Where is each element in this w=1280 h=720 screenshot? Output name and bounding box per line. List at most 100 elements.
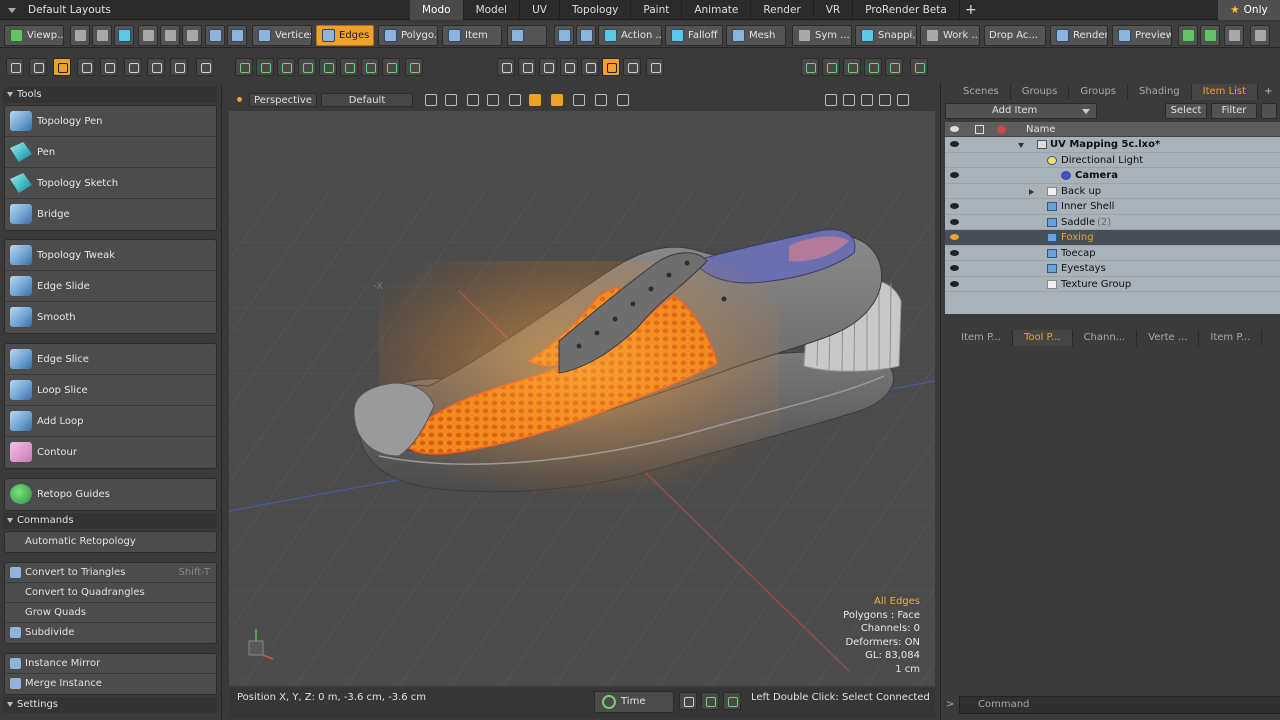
name-column-header[interactable]: Name: [1026, 122, 1056, 137]
command-input[interactable]: > Command: [946, 696, 1280, 714]
tab-modo[interactable]: Modo: [410, 0, 464, 20]
swap-button[interactable]: [1178, 25, 1198, 46]
list-item-light[interactable]: Directional Light: [945, 153, 1280, 168]
list-tool-icon[interactable]: [801, 58, 819, 76]
select-tool-icon[interactable]: [6, 58, 24, 76]
filter-button[interactable]: Filter: [1211, 103, 1257, 119]
tab-channels[interactable]: Chann...: [1073, 330, 1138, 346]
3d-viewport[interactable]: -X All Edges Polygons: Face Channels: 0…: [229, 111, 935, 686]
command-grow-quads[interactable]: Grow Quads: [5, 603, 216, 623]
commands-header[interactable]: Commands: [3, 513, 217, 529]
overlay-icon[interactable]: [487, 94, 499, 106]
tab-item-properties-2[interactable]: Item P...: [1199, 330, 1263, 346]
tab-topology[interactable]: Topology: [560, 0, 632, 20]
view-tool-1-icon[interactable]: [497, 58, 515, 76]
poly-select-button[interactable]: [227, 25, 247, 46]
layout-toggle-button[interactable]: [70, 25, 90, 46]
zoom-icon[interactable]: [861, 94, 873, 106]
brush-tool-icon[interactable]: [77, 58, 95, 76]
tab-paint[interactable]: Paint: [631, 0, 683, 20]
tab-animate[interactable]: Animate: [682, 0, 752, 20]
tab-item-list[interactable]: Item List: [1191, 84, 1259, 100]
edges-button[interactable]: Edges: [316, 25, 374, 46]
symmetry-button[interactable]: [554, 25, 574, 46]
view-tool-3-icon[interactable]: [539, 58, 557, 76]
tool-edge-slice[interactable]: Edge Slice: [5, 344, 216, 375]
add-panel-tool-icon[interactable]: [910, 58, 928, 76]
figure-icon[interactable]: [551, 94, 563, 106]
vertices-button[interactable]: Vertices: [252, 25, 312, 46]
list-item-toecap[interactable]: Toecap: [945, 246, 1280, 261]
tab-groups[interactable]: Groups: [1011, 84, 1070, 100]
tab-model[interactable]: Model: [464, 0, 521, 20]
move-tool-icon[interactable]: [29, 58, 47, 76]
grid-tool-icon[interactable]: [843, 58, 861, 76]
view-tool-5-icon[interactable]: [581, 58, 599, 76]
tab-tool-properties[interactable]: Tool P...: [1012, 330, 1073, 346]
green-tool-2-icon[interactable]: [256, 58, 274, 76]
tools-header[interactable]: Tools: [3, 87, 217, 103]
frame-icon[interactable]: [509, 94, 521, 106]
tool-loop-slice[interactable]: Loop Slice: [5, 375, 216, 406]
image-tool-icon[interactable]: [864, 58, 882, 76]
visibility-eye-icon[interactable]: [950, 203, 959, 209]
green-tool-8-icon[interactable]: [382, 58, 400, 76]
command-subdivide[interactable]: Subdivide: [5, 623, 216, 643]
command-automatic-retopology[interactable]: Automatic Retopology: [5, 532, 216, 552]
mesh-select-button[interactable]: [205, 25, 225, 46]
list-item-scene[interactable]: UV Mapping 5c.lxo*: [945, 137, 1280, 153]
grid-icon[interactable]: [445, 94, 457, 106]
list-item-foxing[interactable]: Foxing: [945, 230, 1280, 246]
tab-render[interactable]: Render: [751, 0, 814, 20]
symmetry-menu-button[interactable]: Sym ...: [792, 25, 852, 46]
lasso-button[interactable]: [160, 25, 180, 46]
list-item-eyestays[interactable]: Eyestays: [945, 261, 1280, 277]
list-item-saddle[interactable]: Saddle (2): [945, 215, 1280, 230]
visibility-eye-icon[interactable]: [950, 172, 959, 178]
add-view-tool-icon[interactable]: [646, 58, 664, 76]
command-instance-mirror[interactable]: Instance Mirror: [5, 654, 216, 674]
weight-tool-icon[interactable]: [147, 58, 165, 76]
settings-header[interactable]: Settings: [3, 697, 217, 713]
command-convert-triangles[interactable]: Convert to Triangles Shift-T: [5, 563, 216, 583]
render-button[interactable]: Render: [1050, 25, 1108, 46]
view-tool-7-icon[interactable]: [623, 58, 641, 76]
tab-item-properties[interactable]: Item P...: [941, 330, 1013, 346]
tab-vr[interactable]: VR: [814, 0, 854, 20]
green-tool-1-icon[interactable]: [235, 58, 253, 76]
center-button[interactable]: [576, 25, 596, 46]
snapping-button[interactable]: Snappi...: [855, 25, 917, 46]
search-button[interactable]: [1224, 25, 1244, 46]
green-tool-6-icon[interactable]: [340, 58, 358, 76]
expand-icon[interactable]: [1029, 188, 1034, 195]
light-icon[interactable]: [573, 94, 585, 106]
tool-topology-sketch[interactable]: Topology Sketch: [5, 168, 216, 199]
list-options-button[interactable]: [1261, 103, 1277, 119]
view-mode-dropdown[interactable]: Perspective: [249, 93, 317, 107]
orbit-icon[interactable]: [843, 94, 855, 106]
strike-icon[interactable]: [617, 94, 629, 106]
transform-tool-icon[interactable]: [53, 58, 71, 76]
gear-icon[interactable]: [897, 94, 909, 106]
tool-topology-tweak[interactable]: Topology Tweak: [5, 240, 216, 271]
add-panel-tab-button[interactable]: +: [1258, 84, 1278, 100]
list-item-inner-shell[interactable]: Inner Shell: [945, 199, 1280, 215]
mesh-button[interactable]: Mesh: [726, 25, 786, 46]
viewport-button[interactable]: Viewp...: [4, 25, 64, 46]
tab-scenes[interactable]: Scenes: [941, 84, 1011, 100]
tool-smooth[interactable]: Smooth: [5, 302, 216, 333]
green-tool-5-icon[interactable]: [319, 58, 337, 76]
tool-bridge[interactable]: Bridge: [5, 199, 216, 230]
zoom-tool-icon[interactable]: [170, 58, 188, 76]
time-button[interactable]: Time: [594, 691, 674, 713]
green-tool-4-icon[interactable]: [298, 58, 316, 76]
rotate-tool-icon[interactable]: [100, 58, 118, 76]
clock-tool-icon[interactable]: [124, 58, 142, 76]
tab-groups-2[interactable]: Groups: [1069, 84, 1129, 100]
view-tool-6-icon[interactable]: [602, 58, 620, 76]
action-center-button[interactable]: Action ...: [598, 25, 662, 46]
menu-button[interactable]: [1250, 25, 1270, 46]
select-button[interactable]: Select: [1165, 103, 1207, 119]
tab-uv[interactable]: UV: [520, 0, 560, 20]
timeline-icon[interactable]: [679, 692, 697, 710]
